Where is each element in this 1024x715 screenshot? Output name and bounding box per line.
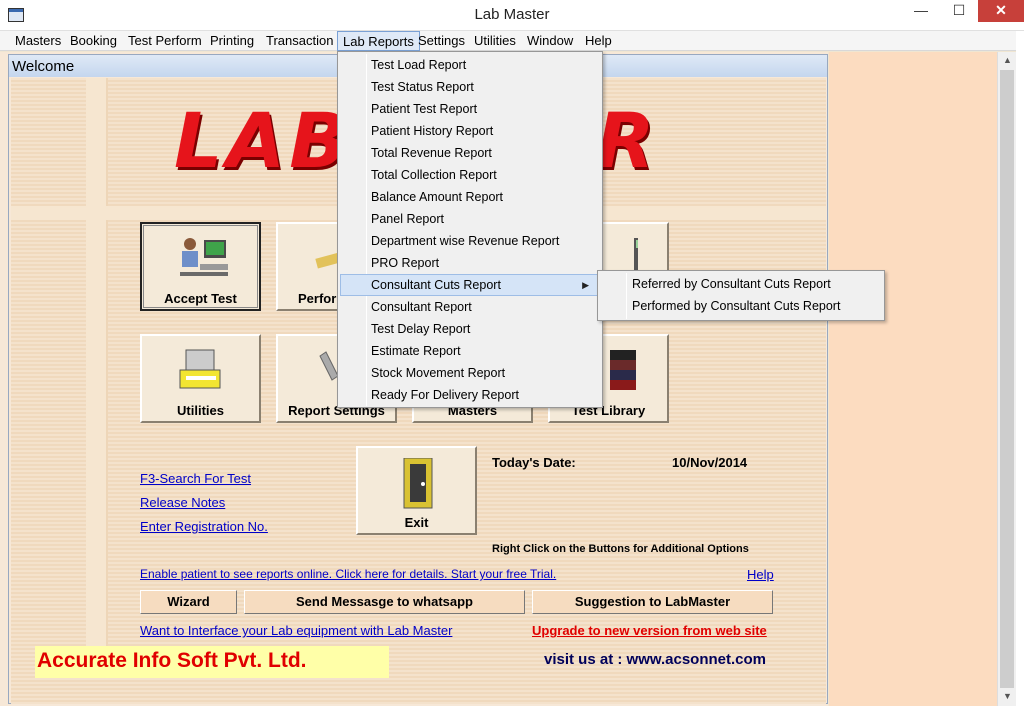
todays-date-value: 10/Nov/2014 — [672, 455, 748, 470]
todays-date-label: Today's Date: — [492, 455, 576, 470]
whatsapp-button[interactable]: Send Messasge to whatsapp — [244, 590, 525, 614]
interface-link[interactable]: Want to Interface your Lab equipment wit… — [140, 623, 452, 638]
submenu-gutter — [626, 273, 627, 319]
menu-item-performed-consultant-cuts[interactable]: Performed by Consultant Cuts Report — [632, 299, 840, 313]
enable-patient-link[interactable]: Enable patient to see reports online. Cl… — [140, 567, 556, 581]
menu-item-ready-for-delivery-report[interactable]: Ready For Delivery Report — [340, 384, 600, 406]
scroll-up-arrow-icon[interactable]: ▲ — [998, 52, 1017, 69]
menu-item-test-status-report[interactable]: Test Status Report — [340, 76, 600, 98]
menu-item-consultant-cuts-report[interactable]: Consultant Cuts Report ▶ — [340, 274, 600, 296]
menu-window[interactable]: Window — [527, 33, 573, 48]
menu-item-patient-history-report[interactable]: Patient History Report — [340, 120, 600, 142]
vertical-scrollbar[interactable]: ▲ ▼ — [997, 52, 1016, 706]
menu-item-referred-consultant-cuts[interactable]: Referred by Consultant Cuts Report — [632, 277, 831, 291]
menu-utilities[interactable]: Utilities — [474, 33, 516, 48]
menu-settings[interactable]: Settings — [418, 33, 465, 48]
menu-printing[interactable]: Printing — [210, 33, 254, 48]
menu-item-consultant-report[interactable]: Consultant Report — [340, 296, 600, 318]
wizard-button[interactable]: Wizard — [140, 590, 237, 614]
computer-user-icon — [180, 238, 228, 276]
close-button[interactable]: ✕ — [978, 0, 1024, 22]
menu-item-total-collection-report[interactable]: Total Collection Report — [340, 164, 600, 186]
menu-item-patient-test-report[interactable]: Patient Test Report — [340, 98, 600, 120]
menu-item-pro-report[interactable]: PRO Report — [340, 252, 600, 274]
menu-bar: Masters Booking Test Perform Printing Tr… — [0, 31, 1024, 51]
menu-item-total-revenue-report[interactable]: Total Revenue Report — [340, 142, 600, 164]
submenu-arrow-icon: ▶ — [582, 280, 589, 290]
menu-masters[interactable]: Masters — [15, 33, 61, 48]
menu-item-stock-movement-report[interactable]: Stock Movement Report — [340, 362, 600, 384]
menu-item-estimate-report[interactable]: Estimate Report — [340, 340, 600, 362]
menu-booking[interactable]: Booking — [70, 33, 117, 48]
printer-icon — [179, 349, 221, 389]
help-link[interactable]: Help — [747, 567, 774, 582]
release-notes-link[interactable]: Release Notes — [140, 495, 225, 510]
window-title: Lab Master — [474, 6, 550, 23]
maximize-button[interactable]: ☐ — [944, 0, 974, 22]
accept-test-button[interactable]: Accept Test — [140, 222, 261, 311]
exit-door-icon — [403, 458, 433, 509]
upgrade-link[interactable]: Upgrade to new version from web site — [532, 623, 767, 638]
scroll-thumb[interactable] — [1000, 70, 1014, 688]
window-border-bottom — [0, 706, 1024, 715]
menu-lab-reports[interactable]: Lab Reports — [337, 31, 420, 51]
background-pillar — [86, 78, 108, 648]
f3-search-link[interactable]: F3-Search For Test — [140, 471, 251, 486]
logo-text-r: R — [596, 96, 655, 185]
enter-registration-link[interactable]: Enter Registration No. — [140, 519, 268, 534]
utilities-label: Utilities — [177, 403, 224, 418]
lab-reports-menu: Test Load Report Test Status Report Pati… — [337, 51, 603, 408]
scroll-down-arrow-icon[interactable]: ▼ — [998, 688, 1017, 705]
consultant-cuts-submenu: Referred by Consultant Cuts Report Perfo… — [597, 270, 885, 321]
logo-text-lab: LAB — [174, 96, 352, 185]
consultant-cuts-label: Consultant Cuts Report — [371, 278, 501, 292]
menu-item-test-delay-report[interactable]: Test Delay Report — [340, 318, 600, 340]
utilities-button[interactable]: Utilities — [140, 334, 261, 423]
right-click-hint: Right Click on the Buttons for Additiona… — [492, 543, 749, 555]
right-pane — [829, 52, 997, 706]
menu-transaction[interactable]: Transaction — [266, 33, 333, 48]
accept-test-label: Accept Test — [164, 291, 237, 306]
title-bar: Lab Master — ☐ ✕ — [0, 0, 1024, 31]
exit-label: Exit — [404, 515, 429, 530]
minimize-button[interactable]: — — [906, 0, 936, 22]
menu-help[interactable]: Help — [585, 33, 612, 48]
exit-button[interactable]: Exit — [356, 446, 477, 535]
menu-item-balance-amount-report[interactable]: Balance Amount Report — [340, 186, 600, 208]
menu-item-test-load-report[interactable]: Test Load Report — [340, 54, 600, 76]
company-name: Accurate Info Soft Pvt. Ltd. — [35, 646, 389, 678]
suggestion-button[interactable]: Suggestion to LabMaster — [532, 590, 773, 614]
visit-website: visit us at : www.acsonnet.com — [544, 651, 766, 668]
window-border-right — [1016, 31, 1024, 715]
menu-item-department-revenue-report[interactable]: Department wise Revenue Report — [340, 230, 600, 252]
menu-test-perform[interactable]: Test Perform — [128, 33, 202, 48]
menu-item-panel-report[interactable]: Panel Report — [340, 208, 600, 230]
